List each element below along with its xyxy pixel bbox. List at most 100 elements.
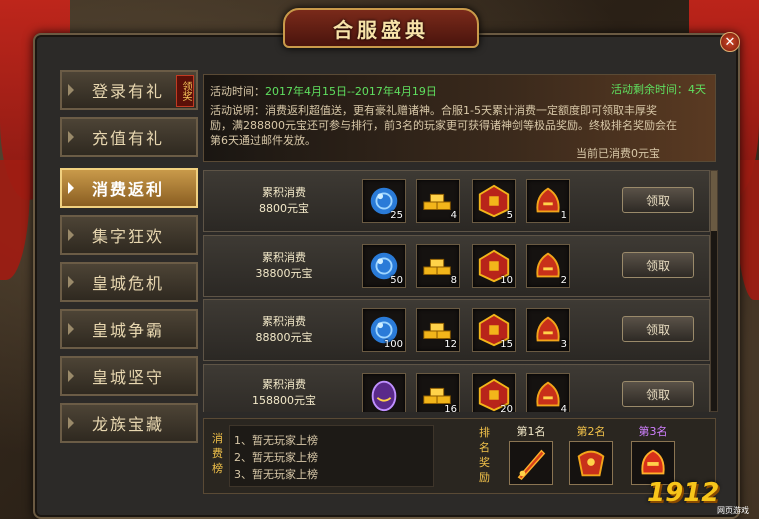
prize-label-char: 励: [479, 471, 490, 484]
scrollbar-thumb[interactable]: [711, 171, 717, 231]
item-count: 20: [500, 404, 513, 412]
sidebar-item-city-battle[interactable]: 皇城争霸: [60, 309, 198, 349]
event-time-value: 2017年4月15日--2017年4月19日: [265, 85, 437, 98]
current-consumption-label: 当前已消费: [576, 147, 631, 160]
event-time: 活动时间：2017年4月15日--2017年4月19日: [210, 83, 437, 99]
red-helmet-icon: [641, 449, 665, 475]
remaining-time-label: 活动剩余时间：: [611, 83, 688, 96]
reward-item-slot[interactable]: [362, 373, 406, 412]
red-armor-icon: [577, 450, 605, 477]
claim-button[interactable]: 领取: [622, 381, 694, 407]
sidebar-item-consume-rebate[interactable]: 消费返利: [60, 168, 198, 208]
reward-title-label: 累积消费: [262, 251, 306, 264]
sidebar-item-recharge-gift[interactable]: 充值有礼: [60, 117, 198, 157]
close-button[interactable]: ✕: [720, 32, 740, 52]
item-count: 50: [390, 275, 403, 286]
reward-item-slot[interactable]: 15: [472, 308, 516, 352]
sidebar-item-label: 皇城坚守: [92, 368, 165, 387]
claim-button[interactable]: 领取: [622, 252, 694, 278]
rank-prize-slot[interactable]: [569, 441, 613, 485]
reward-item-slot[interactable]: 4: [416, 179, 460, 223]
reward-item-slot[interactable]: 20: [472, 373, 516, 412]
reward-title-label: 累积消费: [262, 378, 306, 391]
rank-prize-label: 第2名: [576, 425, 606, 438]
sidebar-item-label: 登录有礼: [92, 82, 165, 101]
claim-tag-text: 领奖: [180, 81, 191, 101]
remaining-time-value: 4天: [688, 83, 706, 96]
item-count: 25: [390, 210, 403, 221]
item-count: 3: [560, 339, 567, 350]
reward-title: 累积消费 158800元宝: [244, 377, 324, 409]
sidebar-item-label: 皇城危机: [92, 274, 165, 293]
dialog-title-plate: 合服盛典: [283, 8, 479, 48]
sidebar-item-city-defense[interactable]: 皇城坚守: [60, 356, 198, 396]
rank-prize-slot[interactable]: [509, 441, 553, 485]
ranking-label-char: 消: [212, 432, 223, 445]
item-count: 8: [450, 275, 457, 286]
sidebar-item-label: 充值有礼: [92, 129, 165, 148]
ranking-line: 1、暂无玩家上榜: [234, 434, 318, 447]
reward-item-slot[interactable]: 16: [416, 373, 460, 412]
sidebar-item-login-gift[interactable]: 登录有礼 领奖: [60, 70, 198, 110]
current-consumption: 当前已消费0元宝: [576, 145, 660, 161]
current-consumption-value: 0元宝: [631, 147, 660, 160]
reward-item-slot[interactable]: 1: [526, 179, 570, 223]
reward-item-slot[interactable]: 50: [362, 244, 406, 288]
arrow-icon: [68, 323, 74, 335]
reward-item-slot[interactable]: 8: [416, 244, 460, 288]
reward-title: 累积消费 8800元宝: [244, 185, 324, 217]
sidebar-item-dragon-treasure[interactable]: 龙族宝藏: [60, 403, 198, 443]
reward-row: 累积消费 8800元宝 25 4 5 1 领取: [203, 170, 710, 232]
claim-button[interactable]: 领取: [622, 316, 694, 342]
remaining-time: 活动剩余时间：4天: [611, 81, 706, 97]
sidebar-item-label: 集字狂欢: [92, 227, 165, 246]
prize-label-char: 名: [479, 441, 490, 454]
sidebar-item-word-carnival[interactable]: 集字狂欢: [60, 215, 198, 255]
prize-label-char: 排: [479, 426, 490, 439]
reward-title-label: 累积消费: [262, 315, 306, 328]
rank-prize-label: 第1名: [516, 425, 546, 438]
item-count: 4: [560, 404, 567, 412]
reward-item-slot[interactable]: 5: [472, 179, 516, 223]
arrow-icon: [68, 131, 74, 143]
rank-prize-1: 第1名: [504, 423, 558, 485]
item-count: 1: [560, 210, 567, 221]
claim-button[interactable]: 领取: [622, 187, 694, 213]
reward-item-slot[interactable]: 2: [526, 244, 570, 288]
site-logo: 1912 网页游戏: [647, 478, 755, 516]
reward-item-slot[interactable]: 100: [362, 308, 406, 352]
dialog-title: 合服盛典: [333, 17, 429, 42]
logo-subtitle: 网页游戏: [717, 506, 749, 515]
item-count: 2: [560, 275, 567, 286]
reward-item-slot[interactable]: 10: [472, 244, 516, 288]
consumption-ranking-label: 消 费 榜: [212, 431, 223, 476]
item-count: 10: [500, 275, 513, 286]
event-time-label: 活动时间：: [210, 85, 265, 98]
reward-title-label: 累积消费: [262, 186, 306, 199]
reward-item-slot[interactable]: 3: [526, 308, 570, 352]
ranking-label-char: 榜: [212, 462, 223, 475]
arrow-icon: [68, 276, 74, 288]
prize-label-char: 奖: [479, 456, 490, 469]
item-count: 100: [383, 339, 403, 350]
claim-tag: 领奖: [176, 75, 194, 107]
arrow-icon: [68, 182, 74, 194]
reward-item-slot[interactable]: 12: [416, 308, 460, 352]
sidebar-item-city-crisis[interactable]: 皇城危机: [60, 262, 198, 302]
reward-item-slot[interactable]: 4: [526, 373, 570, 412]
rank-prize-label: 第3名: [638, 425, 668, 438]
reward-list-scrollbar[interactable]: [710, 170, 718, 412]
rank-prize-label: 排 名 奖 励: [479, 425, 490, 485]
item-count: 15: [500, 339, 513, 350]
arrow-icon: [68, 370, 74, 382]
reward-amount: 38800元宝: [255, 267, 313, 280]
event-description-line3: 第6天通过邮件发放。: [210, 134, 316, 147]
arrow-icon: [68, 84, 74, 96]
reward-amount: 158800元宝: [252, 394, 316, 407]
reward-list: 累积消费 8800元宝 25 4 5 1 领取 累积消费 38800元宝 50: [203, 168, 710, 412]
ranking-line: 3、暂无玩家上榜: [234, 468, 318, 481]
reward-item-slot[interactable]: 25: [362, 179, 406, 223]
sidebar-item-label: 消费返利: [92, 180, 165, 199]
ranking-line: 2、暂无玩家上榜: [234, 451, 318, 464]
reward-row: 累积消费 88800元宝 100 12 15 3 领取: [203, 299, 710, 361]
